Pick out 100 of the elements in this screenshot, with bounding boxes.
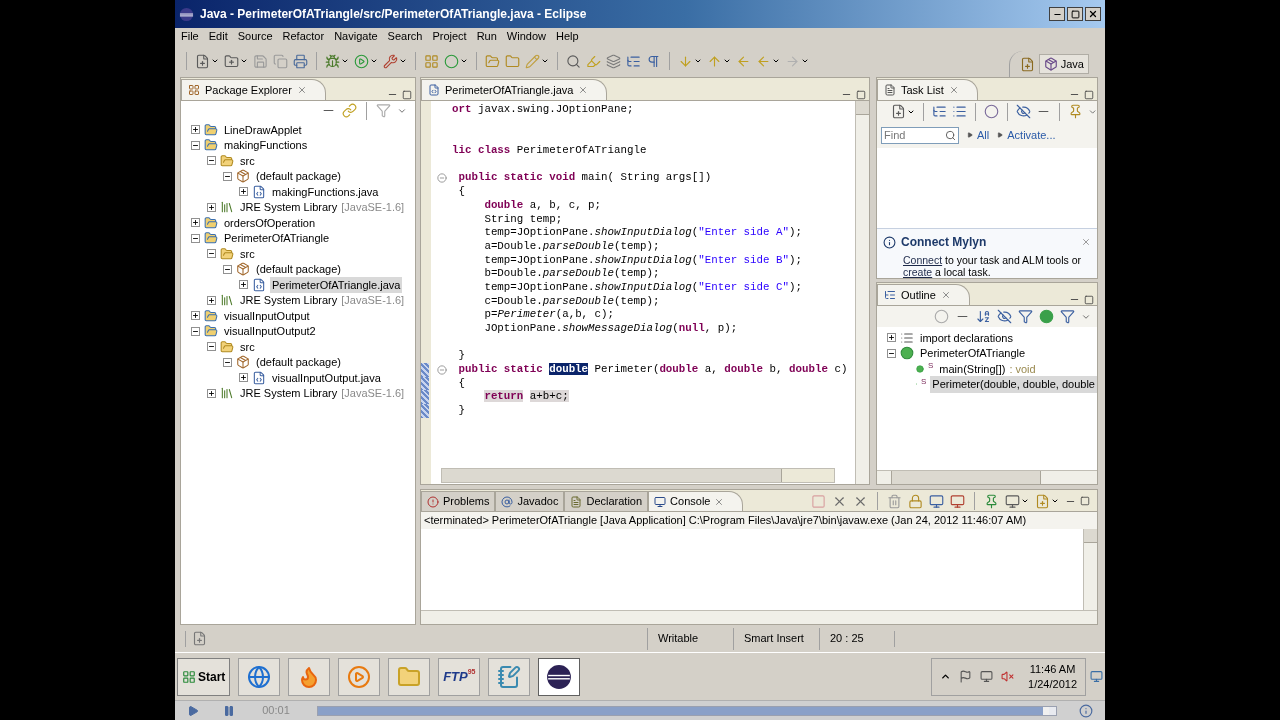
view-tab[interactable]: Console [648, 491, 744, 511]
close-button[interactable] [1085, 7, 1101, 21]
horizontal-scrollbar[interactable] [877, 470, 1097, 484]
close-icon[interactable] [1081, 237, 1091, 247]
open-perspective-icon[interactable] [1019, 56, 1035, 72]
tree-item[interactable]: src [238, 338, 257, 355]
tree-item[interactable]: makingFunctions [222, 137, 310, 154]
close-icon[interactable] [296, 85, 307, 95]
view-tab[interactable]: Problems [421, 491, 496, 511]
tree-item[interactable]: src [238, 152, 257, 169]
maximize-view-icon[interactable] [402, 89, 412, 100]
editor-tab[interactable]: PerimeterOfATriangle.java [421, 79, 608, 100]
collapse-toggle[interactable] [207, 249, 216, 259]
horizontal-scrollbar[interactable] [421, 610, 1097, 624]
view-tab[interactable]: Javadoc [495, 491, 565, 511]
collapse-toggle[interactable] [887, 348, 896, 358]
link[interactable]: Activate... [1007, 126, 1056, 144]
menu-item[interactable]: Project [432, 28, 467, 45]
info-icon[interactable] [1079, 703, 1093, 718]
menu-item[interactable]: Help [556, 28, 579, 45]
sync-icon[interactable] [1067, 104, 1083, 119]
menu-item[interactable]: Run [476, 28, 497, 45]
list-icon[interactable] [626, 53, 641, 69]
tree-item[interactable]: (default package) [254, 261, 343, 278]
new-task-icon[interactable] [891, 104, 906, 119]
show-desktop-icon[interactable] [1090, 670, 1103, 683]
dropdown-caret-icon[interactable] [772, 57, 780, 65]
hide-local-types-icon[interactable] [1060, 309, 1075, 324]
tree-item[interactable]: (default package) [254, 354, 343, 371]
vertical-scrollbar[interactable] [855, 101, 869, 484]
pin-icon[interactable] [984, 493, 999, 509]
pause-icon[interactable] [223, 704, 235, 717]
vertical-scrollbar[interactable] [1083, 529, 1097, 610]
menu-item[interactable]: Navigate [334, 28, 378, 45]
tree-item[interactable]: main(String[]) : void [937, 360, 1038, 377]
expand-toggle[interactable] [207, 295, 216, 305]
expand-toggle[interactable] [191, 311, 200, 321]
close-icon[interactable] [714, 496, 725, 507]
dropdown-caret-icon[interactable] [341, 57, 349, 65]
show-on-output-icon[interactable] [929, 493, 944, 509]
wrench-icon[interactable] [383, 53, 398, 69]
menu-item[interactable]: Window [506, 28, 546, 45]
minimize-button[interactable] [1049, 7, 1065, 21]
collapse-toggle[interactable] [191, 233, 200, 243]
menu-item[interactable]: Refactor [282, 28, 325, 45]
focus-icon[interactable] [983, 104, 999, 119]
collapse-toggle[interactable] [223, 264, 232, 274]
tree-item[interactable]: makingFunctions.java [270, 183, 381, 200]
close-icon[interactable] [940, 290, 951, 300]
expand-toggle[interactable] [191, 218, 200, 228]
link[interactable]: All [977, 126, 990, 144]
menu-item[interactable]: Search [387, 28, 423, 45]
tree-item[interactable]: (default package) [254, 168, 343, 185]
expand-toggle[interactable] [191, 125, 200, 135]
taskbar-button[interactable] [538, 657, 581, 696]
dropdown-caret-icon[interactable] [399, 57, 407, 65]
tree-item[interactable]: LineDrawApplet [222, 121, 304, 138]
new-file-icon[interactable] [195, 53, 210, 69]
printer-icon[interactable] [293, 53, 308, 69]
search-icon[interactable] [566, 53, 581, 69]
pilcrow-icon[interactable] [646, 53, 661, 69]
find-field[interactable]: Find [881, 126, 959, 144]
tree-item[interactable]: visualInputOutput2 [222, 323, 318, 340]
tree-item[interactable]: visualInputOutput.java [270, 369, 383, 386]
expand-toggle[interactable] [239, 187, 248, 197]
expand-toggle[interactable] [207, 202, 216, 212]
dropdown-caret-icon[interactable] [240, 57, 248, 65]
tree-item[interactable]: Perimeter(double, double, double [930, 376, 1097, 393]
expand-toggle[interactable] [239, 280, 248, 290]
fast-view-icon[interactable] [192, 631, 207, 646]
maximize-view-icon[interactable] [1084, 89, 1094, 100]
tree-item[interactable]: PerimeterOfATriangle [222, 230, 332, 247]
tree-item[interactable]: JRE System Library [JavaSE-1.6] [238, 199, 407, 216]
new-folder-icon[interactable] [224, 53, 239, 69]
muted-speaker-icon[interactable] [1001, 670, 1015, 683]
dropdown-caret-icon[interactable] [1021, 497, 1029, 505]
view-tab[interactable]: Declaration [564, 491, 649, 511]
maximize-view-icon[interactable] [1084, 294, 1094, 305]
view-tab[interactable]: Task List [877, 79, 978, 100]
hide-static-icon[interactable] [1018, 309, 1033, 324]
dropdown-caret-icon[interactable] [370, 57, 378, 65]
start-button[interactable]: Start [177, 657, 231, 696]
maximize-button[interactable] [1067, 7, 1083, 21]
flag-icon[interactable] [959, 670, 973, 683]
menu-item[interactable]: Edit [208, 28, 228, 45]
collapse-toggle[interactable] [207, 156, 216, 166]
menu-item[interactable]: File [181, 28, 199, 45]
expand-toggle[interactable] [887, 333, 896, 343]
close-icon[interactable] [578, 85, 589, 95]
expand-toggle[interactable] [207, 388, 216, 398]
dropdown-caret-icon[interactable] [723, 57, 731, 65]
expand-toggle[interactable] [239, 373, 248, 383]
link[interactable]: Connect [903, 254, 943, 266]
progress-track[interactable] [317, 705, 1057, 716]
close-icon[interactable] [948, 85, 959, 95]
maximize-view-icon[interactable] [856, 89, 866, 100]
categorized-icon[interactable] [931, 104, 947, 119]
dropdown-caret-icon[interactable] [694, 57, 702, 65]
tree-item[interactable]: PerimeterOfATriangle [918, 345, 1028, 362]
maximize-view-icon[interactable] [1080, 496, 1090, 506]
